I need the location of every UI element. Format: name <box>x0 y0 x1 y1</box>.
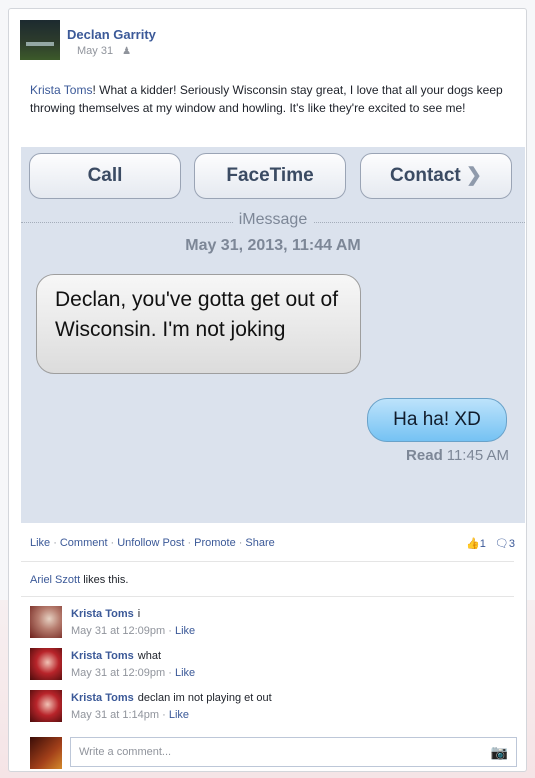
comment-text: i <box>137 608 141 620</box>
counters: 👍1 🗨3 <box>466 537 515 550</box>
comment-input[interactable]: Write a comment... 📷 <box>70 737 517 767</box>
mention-link[interactable]: Krista Toms <box>30 83 92 97</box>
incoming-bubble: Declan, you've gotta get out of Wisconsi… <box>36 274 361 374</box>
comment-meta: May 31 at 12:09pm · Like <box>71 667 196 679</box>
comment-like-link[interactable]: Like <box>175 667 195 679</box>
read-label: Read <box>406 447 443 464</box>
comment-placeholder: Write a comment... <box>79 746 172 758</box>
post-date[interactable]: May 31 <box>77 45 113 57</box>
commenter-name: Krista Toms declan im not playing et out <box>71 692 272 704</box>
comment-text: what <box>137 650 162 662</box>
unfollow-link[interactable]: Unfollow Post <box>117 537 184 549</box>
facetime-button: FaceTime <box>194 153 346 199</box>
avatar <box>30 737 62 769</box>
read-receipt: Read 11:45 AM <box>406 447 509 464</box>
message-date: May 31, 2013, 11:44 AM <box>185 237 361 254</box>
promote-link[interactable]: Promote <box>194 537 236 549</box>
author-name[interactable]: Declan Garrity <box>67 27 156 42</box>
post-card: Declan Garrity May 31 ♟ Krista Toms! Wha… <box>8 8 527 772</box>
commenter-name: Krista Toms what <box>71 650 162 662</box>
read-time: 11:45 AM <box>446 447 509 464</box>
chevron-right-icon: ❯ <box>466 165 482 186</box>
call-button: Call <box>29 153 181 199</box>
contact-label: Contact <box>390 165 461 186</box>
comment-link[interactable]: Comment <box>60 537 108 549</box>
divider <box>21 561 514 562</box>
post-meta: May 31 ♟ <box>77 45 131 57</box>
post-text: Krista Toms! What a kidder! Seriously Wi… <box>30 81 520 117</box>
like-link[interactable]: Like <box>30 537 50 549</box>
likes-summary: Ariel Szott likes this. <box>30 574 129 586</box>
liker-link[interactable]: Ariel Szott <box>30 574 80 586</box>
action-bar: Like · Comment · Unfollow Post · Promote · Share <box>30 537 275 549</box>
avatar[interactable] <box>30 648 62 680</box>
imessage-screenshot[interactable]: Call FaceTime Contact ❯ iMessage May 31,… <box>21 147 525 523</box>
commenter-name: Krista Toms i <box>71 608 141 620</box>
avatar[interactable] <box>30 690 62 722</box>
friends-icon[interactable]: ♟ <box>122 46 131 57</box>
comment-icon[interactable]: 🗨 <box>495 538 509 550</box>
comment-count[interactable]: 3 <box>509 538 515 550</box>
camera-icon[interactable]: 📷 <box>491 744 508 761</box>
contact-button: Contact ❯ <box>360 153 512 199</box>
like-count[interactable]: 1 <box>480 538 486 550</box>
outgoing-bubble: Ha ha! XD <box>367 398 507 442</box>
author-avatar[interactable] <box>20 20 60 60</box>
thumbs-up-icon[interactable]: 👍 <box>466 538 480 550</box>
post-body: ! What a kidder! Seriously Wisconsin sta… <box>30 83 503 115</box>
share-link[interactable]: Share <box>245 537 274 549</box>
avatar[interactable] <box>30 606 62 638</box>
comment-text: declan im not playing et out <box>137 692 272 704</box>
comment-meta: May 31 at 1:14pm · Like <box>71 709 190 721</box>
comment-meta: May 31 at 12:09pm · Like <box>71 625 196 637</box>
comment-like-link[interactable]: Like <box>175 625 195 637</box>
divider <box>21 596 514 597</box>
comment-composer: Write a comment... 📷 <box>30 737 517 771</box>
imessage-label: iMessage <box>21 211 525 229</box>
comment-like-link[interactable]: Like <box>169 709 189 721</box>
